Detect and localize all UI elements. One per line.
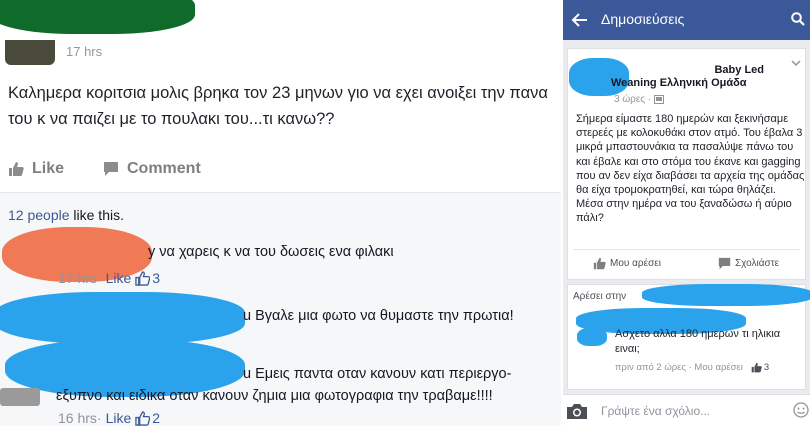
- censor-blob-blue: [642, 284, 810, 306]
- comment-icon: [104, 162, 118, 176]
- top-bar: Δημοσιεύσεις: [563, 0, 810, 40]
- comment-text: y να χαρεις κ να του δωσεις ενα φιλακι: [148, 244, 394, 260]
- separator: ·: [96, 410, 102, 426]
- comment-like-link[interactable]: Like: [106, 270, 132, 286]
- like-button[interactable]: Μου αρέσει: [593, 257, 661, 270]
- smiley-icon[interactable]: [793, 402, 809, 418]
- like-label: Μου αρέσει: [610, 258, 661, 269]
- comment-label: Comment: [127, 160, 201, 177]
- post-time[interactable]: 3 ώρες ·: [614, 94, 651, 105]
- back-arrow-icon[interactable]: [571, 11, 589, 29]
- comment-text: Ασχετο αλλα 180 ημερων τι ηλικια ειναι;: [615, 328, 781, 355]
- likes-count-link[interactable]: 12 people: [8, 207, 70, 223]
- comment-like-count[interactable]: 3: [764, 362, 769, 373]
- comment-icon: [718, 257, 731, 270]
- comment-button[interactable]: Comment: [103, 160, 201, 178]
- avatar[interactable]: [5, 40, 55, 65]
- post-timestamp: 3 ώρες ·: [614, 94, 665, 105]
- comment-like-link[interactable]: Like: [106, 410, 132, 426]
- comment-button[interactable]: Σχολιάστε: [718, 257, 779, 270]
- likes-summary: 12 people like this.: [8, 207, 124, 223]
- comment-meta: 16 hrs · Like 2: [58, 410, 160, 426]
- likes-label[interactable]: Αρέσει στην: [573, 291, 626, 302]
- page-title: Δημοσιεύσεις: [601, 11, 685, 27]
- thumbs-up-icon: [751, 362, 762, 373]
- thumbs-up-icon: [9, 162, 24, 176]
- search-icon[interactable]: [791, 12, 805, 26]
- avatar[interactable]: [0, 388, 40, 406]
- censor-blob-green: [0, 0, 195, 34]
- mobile-post-panel: Δημοσιεύσεις Baby Led Weaning Ελληνική Ο…: [563, 0, 810, 426]
- comment-meta: πριν από 2 ώρες · Μου αρέσει 3: [615, 362, 769, 373]
- like-button[interactable]: Like: [8, 160, 64, 178]
- comment-text: εξυπνο και ειδικα οταν κανουν ζημια μια …: [56, 388, 493, 404]
- comment-timestamp[interactable]: 16 hrs: [58, 410, 97, 426]
- group-name[interactable]: Weaning Ελληνική Ομάδα: [611, 77, 747, 89]
- post-text: Καλημερα κοριτσια μολις βρηκα τον 23 μην…: [8, 84, 548, 128]
- comment-like-count[interactable]: 3: [152, 270, 160, 286]
- separator: ·: [96, 270, 102, 286]
- comment-text: u Βγαλε μια φωτο να θυμαστε την πρωτια!: [243, 308, 514, 324]
- comment-composer: Γράψτε ένα σχόλιο...: [563, 394, 810, 426]
- chevron-down-icon[interactable]: [791, 60, 801, 68]
- comment-text: u Εμεις παντα οταν κανουν κατι περιεργο-: [243, 366, 512, 382]
- like-label: Like: [32, 160, 65, 177]
- globe-icon: [654, 95, 665, 104]
- comment-like-count[interactable]: 2: [152, 410, 160, 426]
- thumbs-up-icon: [593, 257, 606, 270]
- desktop-post-panel: 17 hrs Καλημερα κοριτσια μολις βρηκα τον…: [0, 0, 561, 426]
- comment-label: Σχολιάστε: [735, 258, 780, 269]
- censor-blob-blue: [577, 328, 607, 346]
- thumbs-up-icon: [135, 410, 151, 426]
- comment-meta: 17 hrs · Like 3: [58, 270, 160, 286]
- thumbs-up-icon: [135, 270, 151, 286]
- comment-timestamp[interactable]: πριν από 2 ώρες · Μου αρέσει: [615, 362, 743, 373]
- comment-input[interactable]: Γράψτε ένα σχόλιο...: [601, 404, 710, 418]
- censor-blob-blue: [0, 292, 245, 344]
- likes-suffix: like this.: [69, 207, 124, 223]
- group-name[interactable]: Baby Led: [614, 63, 764, 77]
- post-timestamp[interactable]: 17 hrs: [66, 44, 102, 59]
- comment-timestamp[interactable]: 17 hrs: [58, 270, 97, 286]
- divider: [573, 249, 800, 250]
- camera-icon[interactable]: [566, 403, 588, 420]
- post-text: Σήμερα είμαστε 180 ημερών και ξεκινήσαμε…: [576, 113, 805, 225]
